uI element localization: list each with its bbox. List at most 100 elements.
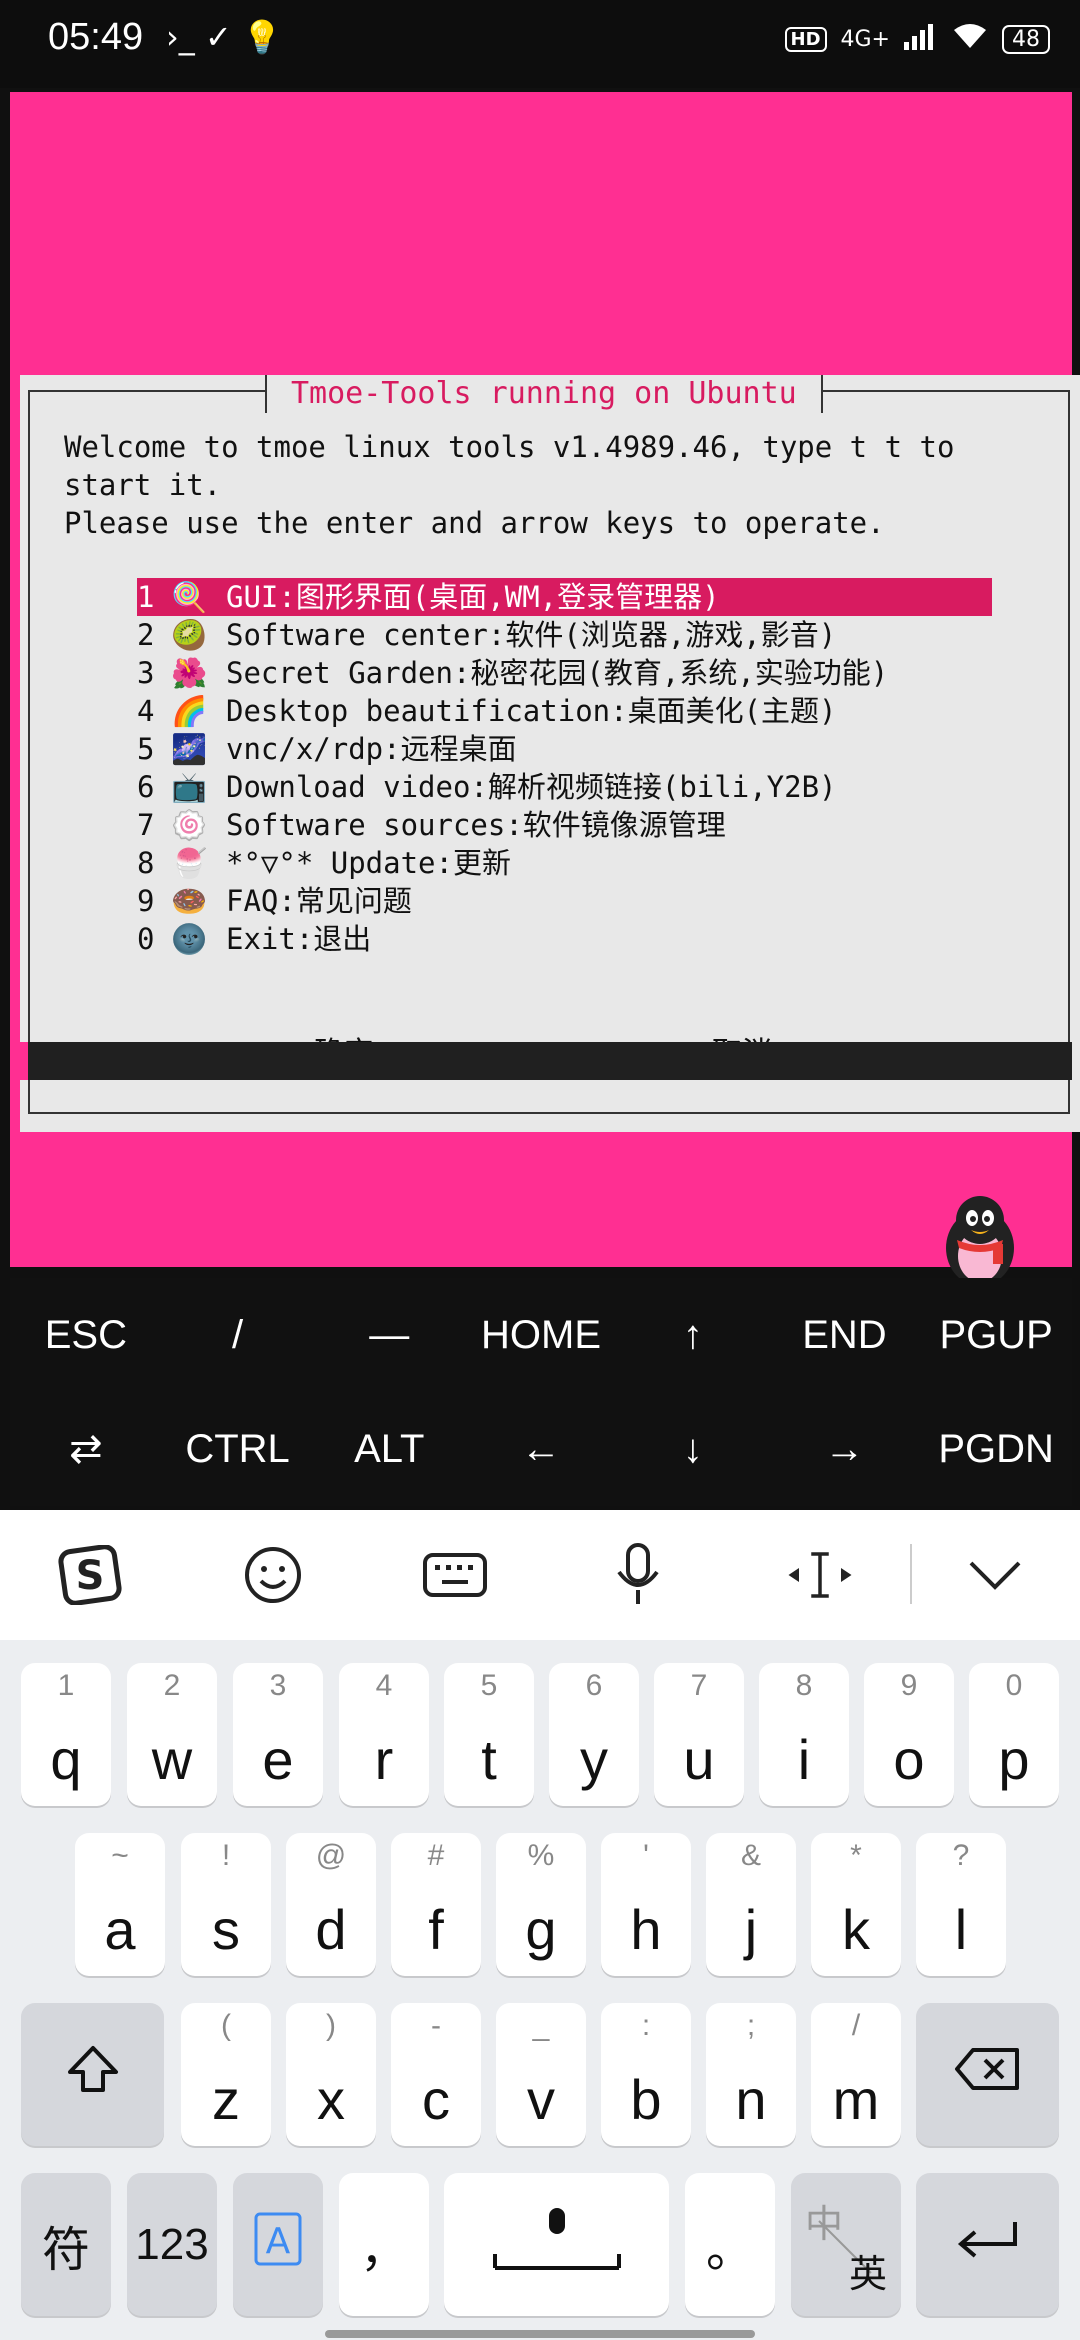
- home-indicator[interactable]: [325, 2330, 755, 2338]
- battery-icon: 48: [1002, 24, 1050, 54]
- end-key[interactable]: END: [769, 1278, 921, 1392]
- key-h[interactable]: ' h: [601, 1833, 691, 1976]
- key-label: e: [262, 1728, 294, 1791]
- left-arrow-key[interactable]: ←: [465, 1392, 617, 1506]
- period-key[interactable]: 。: [685, 2173, 775, 2316]
- backspace-key[interactable]: [916, 2003, 1059, 2146]
- key-v[interactable]: _ v: [496, 2003, 586, 2146]
- key-label: p: [998, 1728, 1030, 1791]
- dash-key[interactable]: —: [313, 1278, 465, 1392]
- language-switch-key[interactable]: 中 英: [791, 2173, 901, 2316]
- right-arrow-key[interactable]: →: [769, 1392, 921, 1506]
- key-s[interactable]: ! s: [181, 1833, 271, 1976]
- menu-item-download-video[interactable]: 6 📺 Download video:解析视频链接(bili,Y2B): [137, 768, 992, 806]
- menu-num: 9: [137, 884, 155, 918]
- status-time: 05:49: [48, 16, 144, 58]
- symbol-key[interactable]: 符: [21, 2173, 111, 2316]
- menu-item-software-center[interactable]: 2 🥝 Software center:软件(浏览器,游戏,影音): [137, 616, 992, 654]
- key-p[interactable]: 0p: [969, 1663, 1059, 1806]
- svg-text:S: S: [76, 1553, 105, 1599]
- key-label: u: [683, 1728, 715, 1791]
- key-label: n: [735, 2068, 767, 2131]
- key-r[interactable]: 4r: [339, 1663, 429, 1806]
- letter-a-box-icon: A: [233, 2211, 323, 2279]
- key-z[interactable]: (z: [181, 2003, 271, 2146]
- down-arrow-key[interactable]: ↓: [617, 1392, 769, 1506]
- penguin-icon[interactable]: [935, 1190, 1025, 1290]
- key-sub-label: *: [850, 1839, 862, 1872]
- key-sub-label: /: [851, 2009, 861, 2042]
- key-f[interactable]: # f: [391, 1833, 481, 1976]
- text-cursor-icon[interactable]: [785, 1540, 855, 1610]
- menu-item-exit[interactable]: 0 🌚 Exit:退出: [137, 920, 992, 958]
- new-moon-face-icon: 🌚: [171, 922, 208, 956]
- key-sub-label: 2: [163, 1669, 181, 1702]
- home-key[interactable]: HOME: [465, 1278, 617, 1392]
- shift-key[interactable]: [21, 2003, 164, 2146]
- menu-item-remote-desktop[interactable]: 5 🌌 vnc/x/rdp:远程桌面: [137, 730, 992, 768]
- menu-item-secret-garden[interactable]: 3 🌺 Secret Garden:秘密花园(教育,系统,实验功能): [137, 654, 992, 692]
- font-style-key[interactable]: A: [233, 2173, 323, 2316]
- keyboard-icon[interactable]: [420, 1540, 490, 1610]
- key-m[interactable]: / m: [811, 2003, 901, 2146]
- menu-item-gui[interactable]: 1 🍭 GUI:图形界面(桌面,WM,登录管理器): [137, 578, 992, 616]
- microphone-icon[interactable]: [603, 1540, 673, 1610]
- donut-icon: 🍩: [171, 884, 208, 918]
- tab-key[interactable]: ⇄: [10, 1392, 162, 1506]
- key-e[interactable]: 3e: [233, 1663, 323, 1806]
- menu-item-beautification[interactable]: 4 🌈 Desktop beautification:桌面美化(主题): [137, 692, 992, 730]
- menu-item-faq[interactable]: 9 🍩 FAQ:常见问题: [137, 882, 992, 920]
- comma-key[interactable]: ，: [339, 2173, 429, 2316]
- pgup-key[interactable]: PGUP: [920, 1278, 1072, 1392]
- key-label: z: [212, 2068, 240, 2131]
- svg-text:A: A: [266, 2221, 291, 2262]
- key-t[interactable]: 5t: [444, 1663, 534, 1806]
- key-sub-label: @: [315, 1839, 347, 1872]
- alt-key[interactable]: ALT: [313, 1392, 465, 1506]
- key-i[interactable]: 8i: [759, 1663, 849, 1806]
- key-c[interactable]: -c: [391, 2003, 481, 2146]
- key-w[interactable]: 2w: [127, 1663, 217, 1806]
- toolbar-divider: [910, 1544, 912, 1604]
- key-u[interactable]: 7u: [654, 1663, 744, 1806]
- pgdn-key[interactable]: PGDN: [920, 1392, 1072, 1506]
- key-b[interactable]: :b: [601, 2003, 691, 2146]
- terminal-view[interactable]: Welcome to tmoe linux tools v1.4989.46, …: [10, 92, 1080, 1289]
- number-key[interactable]: 123: [127, 2173, 217, 2316]
- esc-key[interactable]: ESC: [10, 1278, 162, 1392]
- key-g[interactable]: % g: [496, 1833, 586, 1976]
- ime-toolbar: S: [0, 1510, 1080, 1640]
- key-k[interactable]: * k: [811, 1833, 901, 1976]
- up-arrow-key[interactable]: ↑: [617, 1278, 769, 1392]
- key-label: i: [797, 1728, 811, 1791]
- key-d[interactable]: @ d: [286, 1833, 376, 1976]
- key-label: h: [630, 1898, 662, 1961]
- key-a[interactable]: ~ a: [75, 1833, 165, 1976]
- key-l[interactable]: ? l: [916, 1833, 1006, 1976]
- key-j[interactable]: & j: [706, 1833, 796, 1976]
- enter-key[interactable]: [916, 2173, 1059, 2316]
- extra-keys-bar: ESC / — HOME ↑ END PGUP ⇄ CTRL ALT ← ↓ →…: [10, 1278, 1072, 1506]
- key-q[interactable]: 1q: [21, 1663, 111, 1806]
- slash-key[interactable]: /: [162, 1278, 314, 1392]
- key-sub-label: #: [427, 1839, 445, 1872]
- menu-label: Desktop beautification:桌面美化(主题): [226, 694, 837, 728]
- menu-item-update[interactable]: 8 🍧 *°▽°* Update:更新: [137, 844, 992, 882]
- key-sub-label: %: [527, 1839, 555, 1872]
- terminal-cursor: [10, 1042, 28, 1080]
- emoji-icon[interactable]: [238, 1540, 308, 1610]
- ctrl-key[interactable]: CTRL: [162, 1392, 314, 1506]
- space-key[interactable]: [444, 2173, 669, 2316]
- key-x[interactable]: ) x: [286, 2003, 376, 2146]
- signal-icon: [904, 22, 938, 56]
- key-label: d: [315, 1898, 347, 1961]
- key-o[interactable]: 9o: [864, 1663, 954, 1806]
- key-n[interactable]: ; n: [706, 2003, 796, 2146]
- menu-item-software-sources[interactable]: 7 🍥 Software sources:软件镜像源管理: [137, 806, 992, 844]
- key-label: m: [832, 2068, 880, 2131]
- welcome-text: Welcome to tmoe linux tools v1.4989.46, …: [64, 428, 954, 542]
- chevron-down-icon[interactable]: [960, 1540, 1030, 1610]
- menu-label: GUI:图形界面(桌面,WM,登录管理器): [226, 580, 720, 614]
- sogou-logo-icon[interactable]: S: [55, 1540, 125, 1610]
- key-y[interactable]: 6y: [549, 1663, 639, 1806]
